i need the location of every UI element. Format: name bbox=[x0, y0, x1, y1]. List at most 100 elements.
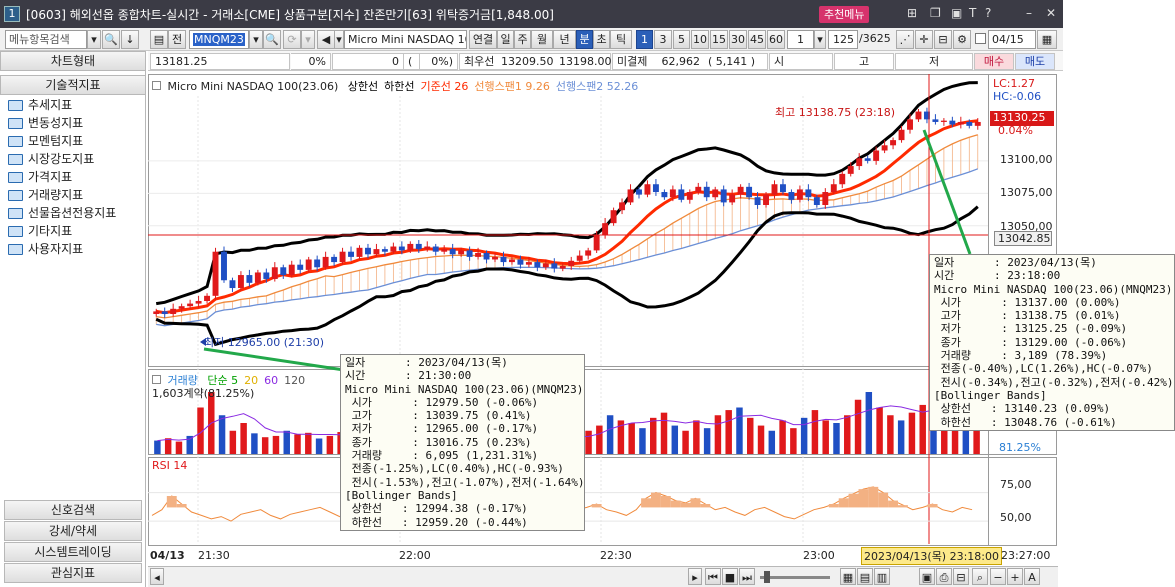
zoom-in-icon[interactable]: + bbox=[1007, 568, 1023, 585]
recommend-menu-button[interactable]: 추천메뉴 bbox=[819, 6, 870, 23]
tooltip-row-key: 거래량 bbox=[351, 449, 382, 463]
settings-icon[interactable]: ⚙ bbox=[953, 30, 971, 49]
tab-chart-type[interactable]: 차트형태 bbox=[0, 51, 146, 71]
system-trading-button[interactable]: 시스템트레이딩 bbox=[4, 542, 142, 562]
indicator-folder-item[interactable]: 거래량지표 bbox=[8, 186, 83, 204]
date-checkbox[interactable] bbox=[975, 33, 986, 44]
zoom-icon[interactable]: ⋰ bbox=[896, 30, 914, 49]
arrange-icon[interactable]: ⊟ bbox=[934, 30, 952, 49]
period-button[interactable]: 주 bbox=[514, 30, 531, 49]
crosshair-icon[interactable]: ✛ bbox=[915, 30, 933, 49]
signal-search-button[interactable]: 신호검색 bbox=[4, 500, 142, 520]
rsi-pane-frame bbox=[148, 457, 1057, 546]
interval-button[interactable]: 3 bbox=[654, 30, 672, 49]
grid-icon[interactable]: ⊞ bbox=[907, 6, 917, 20]
download-icon[interactable]: ↓ bbox=[121, 30, 139, 49]
interval-button[interactable]: 5 bbox=[673, 30, 690, 49]
rewind-icon[interactable]: ⏮ bbox=[705, 568, 721, 585]
chart-list-icon-small[interactable] bbox=[152, 81, 161, 90]
indicator-panel: 차트형태 기술적지표 추세지표 변동성지표 모멘텀지표 시장강도지표 가격지표 거래량지표… bbox=[0, 51, 146, 587]
interval-button[interactable]: 10 bbox=[691, 30, 709, 49]
candle-body bbox=[339, 251, 346, 263]
full-toggle-button[interactable]: 전 bbox=[168, 30, 186, 49]
menu-search-dropdown-icon[interactable]: ▾ bbox=[87, 30, 101, 49]
indicator-folder-item[interactable]: 모멘텀지표 bbox=[8, 132, 83, 150]
symbol-search-icon[interactable]: 🔍 bbox=[263, 30, 281, 49]
restore-icon[interactable]: ▣ bbox=[951, 6, 962, 20]
buy-button[interactable]: 매수 bbox=[974, 53, 1014, 70]
zoom-search-icon[interactable]: ⌕ bbox=[972, 568, 988, 585]
close-icon[interactable]: ✕ bbox=[1046, 6, 1056, 20]
tooltip-row: 시가 : 12979.50 (-0.06%) bbox=[351, 395, 539, 409]
split-icon[interactable]: ▥ bbox=[874, 568, 890, 585]
chart-canvas[interactable] bbox=[148, 74, 1058, 564]
interval-button[interactable]: 15 bbox=[710, 30, 728, 49]
volume-bar bbox=[768, 430, 776, 454]
image-icon[interactable]: ▣ bbox=[919, 568, 935, 585]
scroll-right-icon[interactable]: ▸ bbox=[688, 568, 702, 585]
indicator-folder-item[interactable]: 변동성지표 bbox=[8, 114, 83, 132]
favorite-indicators-button[interactable]: 관심지표 bbox=[4, 563, 142, 583]
symbol-code-input[interactable]: MNQM23 bbox=[189, 30, 249, 49]
count-input[interactable]: 125 bbox=[828, 30, 858, 49]
print-icon[interactable]: ⎙ bbox=[936, 568, 952, 585]
interval-button[interactable]: 30 bbox=[729, 30, 747, 49]
interval-button[interactable]: 60 bbox=[767, 30, 785, 49]
x-tick-2230: 22:30 bbox=[600, 549, 632, 562]
indicator-folder-item[interactable]: 선물옵션전용지표 bbox=[8, 204, 116, 222]
help-icon[interactable]: ? bbox=[985, 6, 991, 20]
zoom-slider-handle[interactable] bbox=[764, 571, 770, 583]
crosshair-date-tag: 2023/04/13(목) 23:18:00 bbox=[861, 547, 1003, 565]
font-icon[interactable]: T bbox=[969, 6, 976, 20]
zoom-out-icon[interactable]: − bbox=[990, 568, 1006, 585]
copy-icon[interactable]: ❐ bbox=[930, 6, 941, 20]
period-button[interactable]: 연결 bbox=[469, 30, 497, 49]
interval-dropdown-icon[interactable]: ▾ bbox=[814, 30, 826, 49]
table-icon[interactable]: ▦ bbox=[840, 568, 856, 585]
calendar-icon[interactable]: ▦ bbox=[1037, 30, 1057, 49]
candle-body bbox=[212, 251, 219, 296]
date-input[interactable]: 04/15 bbox=[988, 30, 1036, 49]
period-button[interactable]: 월 bbox=[531, 30, 553, 49]
candle-body bbox=[686, 192, 693, 200]
indicator-folder-item[interactable]: 기타지표 bbox=[8, 222, 72, 240]
stop-icon[interactable]: ■ bbox=[722, 568, 738, 585]
period-button[interactable]: 초 bbox=[593, 30, 610, 49]
search-icon[interactable]: 🔍 bbox=[102, 30, 120, 49]
period-button[interactable]: 틱 bbox=[610, 30, 632, 49]
strength-weakness-button[interactable]: 강세/약세 bbox=[4, 521, 142, 541]
period-button[interactable]: 분 bbox=[576, 30, 593, 49]
play-end-icon[interactable]: ⏭ bbox=[739, 568, 755, 585]
indicator-folder-item[interactable]: 사용자지표 bbox=[8, 240, 83, 258]
scroll-left-icon[interactable]: ◂ bbox=[150, 568, 164, 585]
chart-list-icon[interactable]: ▤ bbox=[150, 30, 168, 49]
interval-button[interactable]: 1 bbox=[636, 30, 653, 49]
zoom-slider[interactable] bbox=[760, 576, 830, 579]
chart-icon[interactable]: ▤ bbox=[857, 568, 873, 585]
sell-button[interactable]: 매도 bbox=[1015, 53, 1055, 70]
indicator-folder-item[interactable]: 추세지표 bbox=[8, 96, 72, 114]
period-button[interactable]: 일 bbox=[497, 30, 514, 49]
sound-dropdown-icon[interactable]: ▾ bbox=[334, 30, 344, 49]
font-size-icon[interactable]: A bbox=[1024, 568, 1040, 585]
volume-bar bbox=[251, 433, 258, 454]
price-legend-entry: 선행스팬1 9.26 bbox=[474, 80, 550, 93]
minimize-icon[interactable]: – bbox=[1026, 6, 1032, 20]
indicator-folder-item[interactable]: 가격지표 bbox=[8, 168, 72, 186]
link-dropdown-icon[interactable]: ▾ bbox=[301, 30, 315, 49]
menu-search-input[interactable]: 메뉴항목검색 bbox=[5, 30, 87, 49]
chart-area[interactable]: Micro Mini NASDAQ 100(23.06) 상한선 하한선 기준선 2… bbox=[148, 74, 1058, 565]
window-number-badge[interactable]: 1 bbox=[4, 6, 20, 22]
sound-icon[interactable]: ◀ bbox=[317, 30, 335, 49]
tooltip-row: 고가 : 13138.75 (0.01%) bbox=[940, 309, 1121, 323]
indicator-folder-item[interactable]: 시장강도지표 bbox=[8, 150, 94, 168]
link-icon[interactable]: ⟳ bbox=[283, 30, 301, 49]
save-icon[interactable]: ⊟ bbox=[953, 568, 969, 585]
volume-bar bbox=[844, 415, 851, 454]
interval-button[interactable]: 45 bbox=[748, 30, 766, 49]
period-button[interactable]: 년 bbox=[553, 30, 576, 49]
interval-value-input[interactable]: 1 bbox=[787, 30, 814, 49]
tooltip-row-key: 시가 bbox=[940, 295, 961, 309]
tab-technical-indicators[interactable]: 기술적지표 bbox=[0, 75, 146, 95]
symbol-dropdown-icon[interactable]: ▾ bbox=[249, 30, 263, 49]
